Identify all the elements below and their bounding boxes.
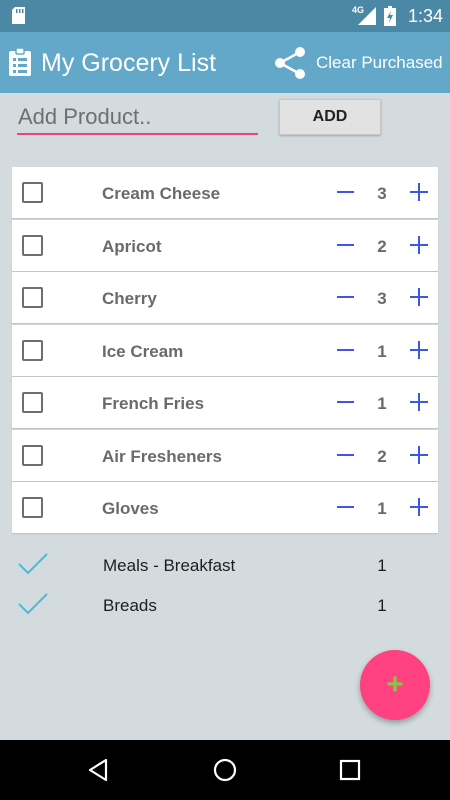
item-name: Ice Cream — [102, 341, 184, 361]
item-checkbox[interactable] — [22, 339, 43, 361]
list-item: Ice Cream 1 — [12, 324, 438, 376]
item-checkbox[interactable] — [22, 444, 43, 466]
purchased-list: Meals - Breakfast 1 Breads 1 — [0, 545, 450, 625]
increase-quantity-button[interactable] — [408, 444, 430, 466]
list-item: Cherry 3 — [12, 272, 438, 323]
increase-quantity-button[interactable] — [408, 496, 430, 518]
checkmark-icon — [17, 591, 49, 622]
item-quantity: 1 — [377, 499, 387, 518]
item-quantity: 3 — [377, 289, 387, 308]
add-product-input[interactable] — [17, 101, 258, 135]
item-name: Apricot — [102, 236, 162, 256]
increase-quantity-button[interactable] — [408, 339, 430, 361]
item-name: Gloves — [102, 499, 159, 518]
decrease-quantity-button[interactable] — [336, 339, 356, 361]
plus-icon: + — [386, 668, 404, 701]
list-item: French Fries 1 — [12, 377, 438, 428]
clipboard-list-icon — [9, 47, 31, 81]
app-title: My Grocery List — [41, 49, 217, 77]
increase-quantity-button[interactable] — [408, 391, 430, 413]
purchased-item-quantity: 1 — [377, 596, 387, 615]
decrease-quantity-button[interactable] — [336, 181, 356, 203]
decrease-quantity-button[interactable] — [336, 234, 356, 256]
list-item: Cream Cheese 3 — [12, 167, 438, 218]
system-navigation-bar — [0, 740, 450, 800]
checkmark-icon — [17, 551, 49, 582]
recents-icon[interactable] — [339, 759, 361, 786]
item-checkbox[interactable] — [22, 392, 43, 413]
item-quantity: 2 — [377, 236, 387, 256]
purchased-item-name: Meals - Breakfast — [103, 556, 236, 575]
increase-quantity-button[interactable] — [408, 234, 430, 256]
decrease-quantity-button[interactable] — [336, 444, 356, 466]
increase-quantity-button[interactable] — [408, 286, 430, 308]
sd-card-icon — [12, 7, 25, 29]
item-name: Air Fresheners — [102, 446, 222, 466]
shopping-list: Cream Cheese 3 Apricot 2 Cherry 3 Ice Cr… — [12, 167, 438, 535]
item-name: Cherry — [102, 289, 157, 308]
item-quantity: 1 — [377, 341, 387, 361]
signal-icon — [358, 7, 376, 30]
purchased-item-quantity: 1 — [377, 556, 387, 575]
list-item: Apricot 2 — [12, 219, 438, 271]
list-item: Gloves 1 — [12, 482, 438, 533]
item-checkbox[interactable] — [22, 287, 43, 308]
home-icon[interactable] — [213, 758, 237, 787]
app-bar: My Grocery List Clear Purchased — [0, 32, 450, 93]
increase-quantity-button[interactable] — [408, 181, 430, 203]
item-name: French Fries — [102, 394, 205, 413]
add-product-row: ADD — [0, 93, 450, 143]
back-icon[interactable] — [87, 758, 109, 787]
item-name: Cream Cheese — [102, 184, 221, 203]
decrease-quantity-button[interactable] — [336, 391, 356, 413]
item-checkbox[interactable] — [22, 182, 43, 203]
purchased-item[interactable]: Breads 1 — [0, 585, 450, 625]
clear-purchased-button[interactable]: Clear Purchased — [316, 53, 443, 73]
item-quantity: 2 — [377, 446, 387, 466]
item-checkbox[interactable] — [22, 234, 43, 256]
purchased-item[interactable]: Meals - Breakfast 1 — [0, 545, 450, 585]
add-item-fab[interactable]: + — [360, 650, 430, 720]
add-button[interactable]: ADD — [279, 99, 381, 135]
status-bar: 4G 1:34 — [0, 0, 450, 32]
item-checkbox[interactable] — [22, 497, 43, 518]
decrease-quantity-button[interactable] — [336, 496, 356, 518]
item-quantity: 1 — [377, 394, 387, 413]
battery-charging-icon — [384, 6, 396, 31]
item-quantity: 3 — [377, 184, 387, 203]
share-icon[interactable] — [274, 46, 306, 85]
clock: 1:34 — [408, 6, 444, 26]
list-item: Air Fresheners 2 — [12, 429, 438, 481]
purchased-item-name: Breads — [103, 596, 157, 615]
decrease-quantity-button[interactable] — [336, 286, 356, 308]
